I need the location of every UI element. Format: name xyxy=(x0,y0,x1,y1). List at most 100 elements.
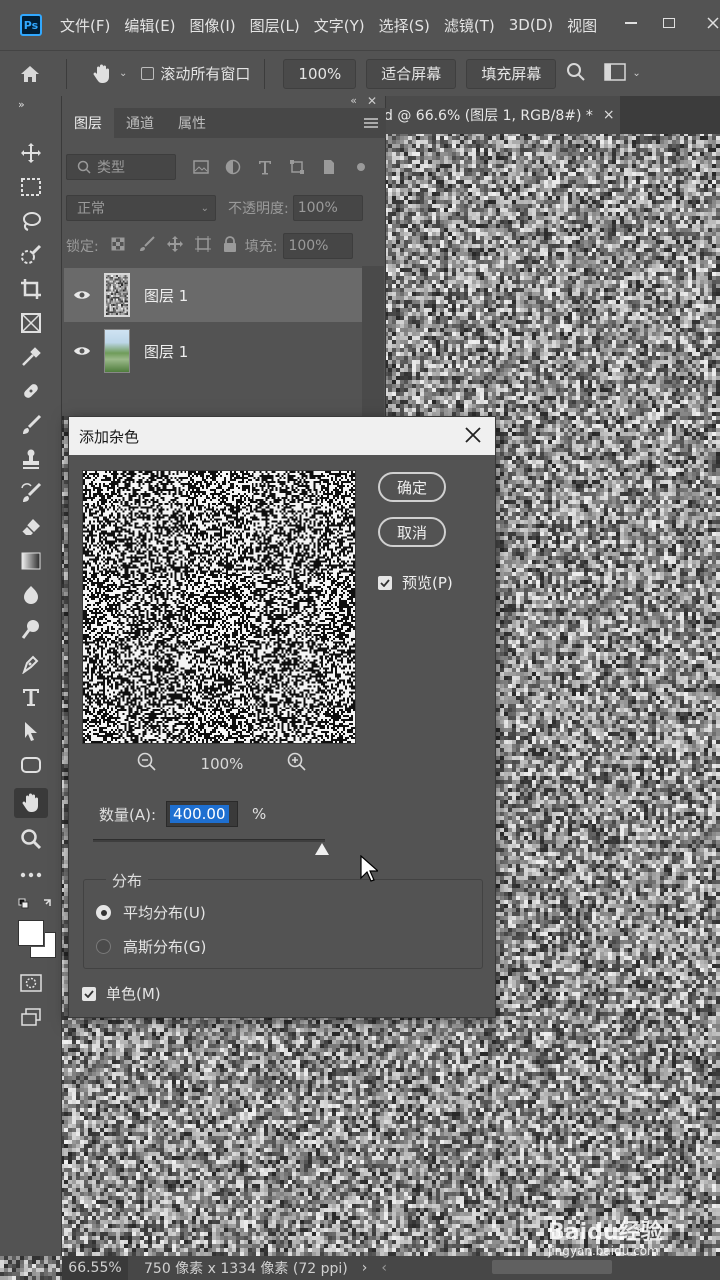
fit-screen-button[interactable]: 适合屏幕 xyxy=(366,58,457,89)
panel-scrollbar[interactable] xyxy=(362,266,384,416)
filter-image-icon[interactable] xyxy=(190,157,212,177)
document-tab[interactable]: d @ 66.6% (图层 1, RGB/8#) * × xyxy=(384,96,620,134)
foreground-color-swatch[interactable] xyxy=(18,920,44,946)
frame-tool-icon[interactable] xyxy=(18,310,44,336)
blend-mode-select[interactable]: 正常 ⌄ xyxy=(66,195,216,221)
fill-input[interactable]: 100% xyxy=(283,233,354,259)
expand-panel-icon[interactable]: » xyxy=(18,98,25,111)
filter-preview[interactable] xyxy=(82,470,356,744)
lasso-tool-icon[interactable] xyxy=(18,208,44,234)
marquee-tool-icon[interactable] xyxy=(18,174,44,200)
opacity-input[interactable]: 100% xyxy=(292,195,363,221)
close-tab-icon[interactable]: × xyxy=(603,107,615,123)
filter-adjustment-icon[interactable] xyxy=(222,157,244,177)
status-zoom[interactable]: 66.55% xyxy=(62,1256,128,1280)
status-menu-arrow-icon[interactable]: › xyxy=(362,1260,368,1276)
zoom-in-icon[interactable] xyxy=(287,752,307,776)
crop-tool-icon[interactable] xyxy=(18,276,44,302)
blur-tool-icon[interactable] xyxy=(18,582,44,608)
lock-artboard-icon[interactable] xyxy=(194,236,211,256)
hand-tool-preset-icon[interactable]: ⌄ xyxy=(91,63,127,85)
zoom-tool-icon[interactable] xyxy=(18,826,44,852)
scroll-left-icon[interactable]: ‹ xyxy=(381,1260,387,1276)
amount-slider[interactable] xyxy=(93,839,325,842)
menu-filter[interactable]: 滤镜(T) xyxy=(444,15,495,36)
layer-name[interactable]: 图层 1 xyxy=(144,285,188,306)
pen-tool-icon[interactable] xyxy=(18,650,44,676)
layer-row[interactable]: 图层 1 xyxy=(64,268,362,322)
radio-unselected[interactable] xyxy=(96,939,111,954)
eyedropper-tool-icon[interactable] xyxy=(18,344,44,370)
lock-all-icon[interactable] xyxy=(223,236,237,256)
fill-screen-button[interactable]: 填充屏幕 xyxy=(466,58,557,89)
layer-row[interactable]: 图层 1 xyxy=(64,324,362,378)
tab-channels[interactable]: 通道 xyxy=(114,108,166,138)
brush-tool-icon[interactable] xyxy=(18,412,44,438)
eraser-tool-icon[interactable] xyxy=(18,514,44,540)
close-window-icon[interactable] xyxy=(700,12,720,34)
filter-smart-object-icon[interactable] xyxy=(318,157,340,177)
search-icon[interactable] xyxy=(566,62,586,86)
quick-selection-tool-icon[interactable] xyxy=(18,242,44,268)
lock-position-icon[interactable] xyxy=(166,236,183,256)
filter-kind-select[interactable]: 类型 xyxy=(66,154,176,180)
color-swatches[interactable] xyxy=(18,920,58,960)
preview-checkbox[interactable]: 预览(P) xyxy=(378,572,453,593)
checkmark-icon[interactable] xyxy=(378,575,392,590)
dodge-tool-icon[interactable] xyxy=(18,616,44,642)
clone-stamp-tool-icon[interactable] xyxy=(18,446,44,472)
gaussian-radio[interactable]: 高斯分布(G) xyxy=(96,936,206,957)
visibility-eye-icon[interactable] xyxy=(64,289,100,301)
zoom-out-icon[interactable] xyxy=(137,752,157,776)
swap-colors-icon[interactable] xyxy=(18,896,54,916)
document-size-info[interactable]: 750 像素 x 1334 像素 (72 ppi) xyxy=(144,1258,348,1278)
chevron-down-icon[interactable]: ⌄ xyxy=(632,68,640,79)
type-tool-icon[interactable] xyxy=(18,684,44,710)
collapse-panel-icon[interactable]: « xyxy=(350,94,357,107)
panel-menu-icon[interactable] xyxy=(364,108,378,138)
close-icon[interactable] xyxy=(461,423,485,447)
chevron-down-icon[interactable]: ⌄ xyxy=(119,68,127,79)
zoom-100-button[interactable]: 100% xyxy=(283,58,357,89)
menu-image[interactable]: 图像(I) xyxy=(190,15,236,36)
minimize-icon[interactable] xyxy=(618,12,644,34)
amount-input[interactable]: 400.00 xyxy=(166,801,239,827)
home-icon[interactable] xyxy=(0,51,60,97)
screen-mode-icon[interactable] xyxy=(18,1004,44,1030)
menu-3d[interactable]: 3D(D) xyxy=(509,16,553,34)
radio-selected[interactable] xyxy=(96,905,111,920)
visibility-eye-icon[interactable] xyxy=(64,345,100,357)
menu-edit[interactable]: 编辑(E) xyxy=(124,15,175,36)
tab-properties[interactable]: 属性 xyxy=(166,108,218,138)
healing-brush-tool-icon[interactable] xyxy=(18,378,44,404)
filter-type-icon[interactable] xyxy=(254,157,276,177)
scroll-all-windows-checkbox[interactable]: 滚动所有窗口 xyxy=(141,63,250,84)
lock-transparent-icon[interactable] xyxy=(111,237,125,255)
menu-select[interactable]: 选择(S) xyxy=(379,15,430,36)
horizontal-scrollbar[interactable] xyxy=(492,1260,612,1274)
ok-button[interactable]: 确定 xyxy=(378,472,446,502)
menu-view[interactable]: 视图 xyxy=(567,15,597,36)
checkmark-icon[interactable] xyxy=(82,986,96,1001)
more-tools-icon[interactable] xyxy=(18,862,44,888)
menu-type[interactable]: 文字(Y) xyxy=(314,15,365,36)
rectangle-tool-icon[interactable] xyxy=(18,752,44,778)
maximize-icon[interactable] xyxy=(656,12,682,34)
history-brush-tool-icon[interactable] xyxy=(18,480,44,506)
tab-layers[interactable]: 图层 xyxy=(62,108,114,138)
path-selection-tool-icon[interactable] xyxy=(18,718,44,744)
checkbox-box[interactable] xyxy=(141,67,155,80)
lock-pixels-icon[interactable] xyxy=(139,236,155,256)
hand-tool-icon[interactable] xyxy=(14,788,48,818)
layer-name[interactable]: 图层 1 xyxy=(144,341,188,362)
menu-file[interactable]: 文件(F) xyxy=(60,15,110,36)
gradient-tool-icon[interactable] xyxy=(18,548,44,574)
filter-shape-icon[interactable] xyxy=(286,157,308,177)
workspace-icon[interactable] xyxy=(604,62,627,85)
monochromatic-checkbox[interactable]: 单色(M) xyxy=(82,983,161,1004)
quick-mask-icon[interactable] xyxy=(18,970,44,996)
uniform-radio[interactable]: 平均分布(U) xyxy=(96,902,206,923)
amount-slider-thumb[interactable] xyxy=(314,842,330,856)
menu-layer[interactable]: 图层(L) xyxy=(250,15,300,36)
filter-toggle-icon[interactable] xyxy=(350,157,372,177)
